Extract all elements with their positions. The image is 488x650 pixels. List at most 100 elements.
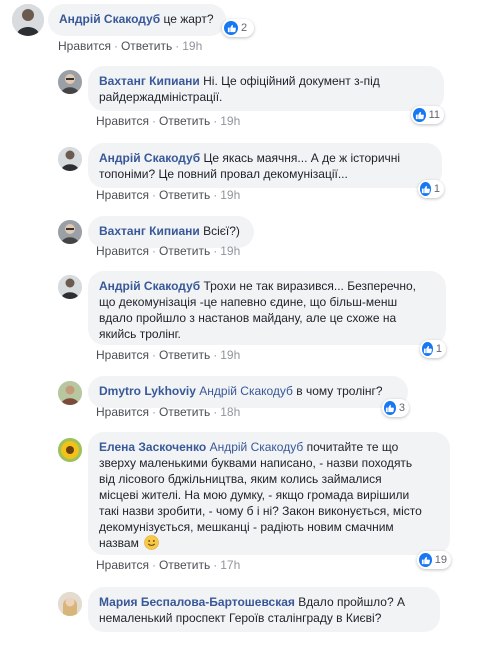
comment-text: Ні. Це офіційний документ з-під [203,74,380,88]
separator: · [151,558,156,572]
comment-time[interactable]: 19h [220,188,240,202]
separator: · [151,244,156,258]
avatar-man-dark-jacket[interactable] [12,4,44,36]
like-button[interactable]: Нравится [96,558,149,572]
separator: · [213,188,218,202]
like-button[interactable]: Нравится [58,39,111,53]
comment-text: в чому тролінг? [296,384,383,398]
smile-emoji-icon [144,535,159,550]
avatar-sunflower[interactable] [58,438,82,462]
like-icon [422,342,433,356]
like-icon [419,553,432,567]
like-count: 1 [433,183,440,195]
like-count: 11 [428,109,440,121]
comment-text: топоніми? Це повний провал декомунізації… [99,167,348,181]
comment-text: декомунізується, мешканці - радіють нови… [99,520,394,534]
comment-time[interactable]: 19h [220,244,240,258]
avatar-man-dark-jacket[interactable] [58,275,82,299]
comment-text: такі назви зробити, - чому б і ні? Закон… [99,504,422,518]
separator: · [151,405,156,419]
separator: · [213,405,218,419]
comment-author[interactable]: Андрій Скакодуб [99,151,200,165]
comment-actions: Нравится · Ответить · 19h [96,188,240,202]
like-count: 2 [241,22,248,34]
comment-mention[interactable]: Андрій Скакодуб [199,384,293,398]
avatar-man-dark-jacket[interactable] [58,147,82,171]
comment-author[interactable]: Вахтанг Кипиани [99,74,200,88]
comment-text: Трохи не так виразився... Безперечно, [203,279,416,293]
comment-text: вдало пройшло з настанов майдану, але це… [99,311,397,325]
separator: · [175,39,180,53]
comment-author[interactable]: Андрій Скакодуб [59,12,160,26]
avatar-man-glasses[interactable] [58,220,82,244]
comment-actions: Нравится · Ответить · 19h [96,114,240,128]
comment-time[interactable]: 19h [220,348,240,362]
separator: · [113,39,118,53]
comment-time[interactable]: 19h [182,39,202,53]
reaction-count[interactable]: 1 [418,180,444,198]
comment-text: немаленький проспект Героїв сталінграду … [99,611,382,625]
avatar-woman-blonde[interactable] [58,592,82,616]
comment-bubble: Елена Заскоченко Андрій Скакодуб почитай… [88,432,450,555]
comment-author[interactable]: Андрій Скакодуб [99,279,200,293]
comment-bubble: Вахтанг Кипиани Ні. Це офіційний докумен… [88,66,444,111]
like-icon [420,182,431,196]
comment-author[interactable]: Dmytro Lykhoviy [99,384,196,398]
comment-actions: Нравится · Ответить · 18h [96,405,240,419]
separator: · [151,348,156,362]
like-button[interactable]: Нравится [96,114,149,128]
comment-text: якийсь тролінг. [99,327,181,341]
reply-button[interactable]: Ответить [159,558,210,572]
comment-text: почитайте те що [306,440,399,454]
separator: · [151,188,156,202]
comment-actions: Нравится · Ответить · 19h [96,348,240,362]
separator: · [213,244,218,258]
reply-button[interactable]: Ответить [121,39,172,53]
comment-text: місцеві жителі. На мою думку, - якщо гро… [99,488,410,502]
comment-author[interactable]: Вахтанг Кипиани [99,224,200,238]
like-button[interactable]: Нравится [96,244,149,258]
comment-author[interactable]: Елена Заскоченко [99,440,206,454]
reply-button[interactable]: Ответить [159,114,210,128]
like-icon [413,108,426,122]
separator: · [213,558,218,572]
comment-author[interactable]: Мария Беспалова-Бартошевская [99,595,295,609]
like-count: 1 [435,343,442,355]
avatar-man-glasses[interactable] [58,70,82,94]
comment-actions: Нравится · Ответить · 19h [96,244,240,258]
comment-bubble: Мария Беспалова-Бартошевская Вдало пройш… [88,587,440,632]
comment-time[interactable]: 19h [220,114,240,128]
reaction-count[interactable]: 2 [222,19,254,37]
reply-button[interactable]: Ответить [159,244,210,258]
comment-text: Це якась маячня... А де ж історичні [203,151,401,165]
reaction-count[interactable]: 1 [420,340,446,358]
separator: · [213,348,218,362]
comment-bubble: Андрій Скакодуб Це якась маячня... А де … [88,143,442,188]
comment-bubble: Dmytro Lykhoviy Андрій Скакодуб в чому т… [88,376,408,408]
comment-text: від лісового бджільництва, яким колись з… [99,472,382,486]
reply-button[interactable]: Ответить [159,348,210,362]
reaction-count[interactable]: 19 [417,551,451,569]
avatar-man-outdoor[interactable] [58,381,82,405]
comment-mention[interactable]: Андрій Скакодуб [210,440,304,454]
reaction-count[interactable]: 3 [382,399,409,417]
like-button[interactable]: Нравится [96,188,149,202]
like-button[interactable]: Нравится [96,348,149,362]
comment-bubble: Андрій Скакодуб Трохи не так виразився..… [88,271,446,345]
like-icon [384,401,396,415]
comment-time[interactable]: 18h [220,405,240,419]
like-button[interactable]: Нравится [96,405,149,419]
like-count: 19 [434,554,447,566]
comment-text: це жарт? [163,12,214,26]
comment-actions: Нравится · Ответить · 17h [96,558,240,572]
comment-text: назвам [99,536,139,550]
separator: · [213,114,218,128]
comment-text: що декомунізація -це напевно єдине, що б… [99,295,398,309]
comment-text: Вдало пройшло? А [298,595,405,609]
reply-button[interactable]: Ответить [159,188,210,202]
comment-text: Всієї?) [203,224,240,238]
comment-text: зверху маленькими буквами написано, - на… [99,456,413,470]
reply-button[interactable]: Ответить [159,405,210,419]
reaction-count[interactable]: 11 [411,106,444,124]
comment-time[interactable]: 17h [220,558,240,572]
